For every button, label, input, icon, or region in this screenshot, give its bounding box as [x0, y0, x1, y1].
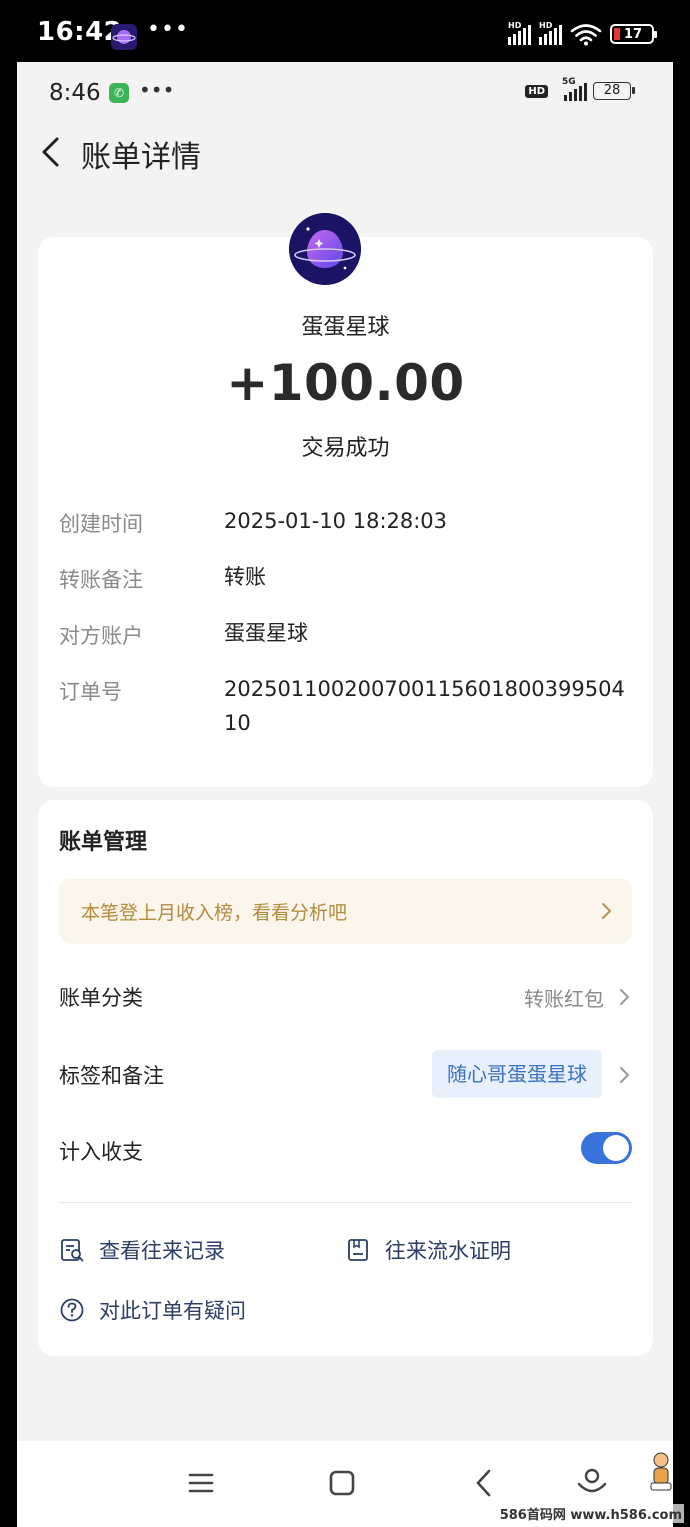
category-label: 账单分类: [59, 986, 143, 1010]
detail-value: 蛋蛋星球: [224, 621, 308, 645]
divider: [59, 1202, 632, 1203]
category-value: 转账红包: [524, 987, 604, 1011]
transaction-card: 蛋蛋星球 +100.00 交易成功 创建时间 2025-01-10 18:28:…: [38, 237, 653, 787]
system-time: 16:42: [37, 17, 123, 47]
system-indicators: HD HD 17: [508, 21, 657, 46]
battery-icon: 17: [610, 24, 657, 44]
section-title: 账单管理: [59, 830, 148, 855]
inner-time: 8:46: [49, 80, 101, 106]
watermark-figure-icon: [650, 1452, 672, 1491]
bill-category-row[interactable]: 账单分类 转账红包: [59, 972, 632, 1022]
income-ranking-banner[interactable]: 本笔登上月收入榜，看看分析吧: [59, 878, 632, 944]
include-in-budget-row: 计入收支: [59, 1126, 632, 1176]
back-chevron-icon[interactable]: [35, 132, 69, 172]
detail-value: 2025-01-10 18:28:03: [224, 509, 448, 533]
tags-remarks-row[interactable]: 标签和备注 随心哥蛋蛋星球: [59, 1050, 632, 1100]
signal-icon-2: HD: [539, 21, 562, 45]
search-record-icon: [61, 1239, 84, 1262]
back-icon[interactable]: [464, 1463, 504, 1503]
detail-label: 对方账户: [59, 624, 143, 648]
inner-battery-icon: 28: [593, 82, 635, 100]
watermark-text: 586首码网 www.h586.com: [497, 1504, 684, 1523]
inner-more-icon: •••: [139, 78, 175, 102]
flow-proof-label: 往来流水证明: [385, 1239, 511, 1263]
page-header: 账单详情: [17, 122, 673, 184]
chevron-right-icon: [620, 1067, 629, 1083]
include-toggle[interactable]: [581, 1132, 632, 1164]
app-notification-icon: [111, 24, 137, 50]
inner-status-bar: 8:46 ✆ ••• HD 5G 28: [17, 62, 673, 122]
menu-icon[interactable]: [181, 1463, 221, 1503]
transaction-status: 交易成功: [301, 436, 390, 461]
bill-management-card: 账单管理 本笔登上月收入榜，看看分析吧 账单分类 转账红包 标签和备注 随心哥蛋…: [38, 800, 653, 1356]
wifi-icon: [570, 24, 602, 46]
phone-call-icon: ✆: [109, 83, 129, 103]
flow-proof-link[interactable]: 往来流水证明: [345, 1232, 511, 1268]
more-notifications-icon: •••: [147, 17, 189, 42]
inner-indicators: HD 5G 28: [525, 77, 635, 101]
order-question-link[interactable]: 对此订单有疑问: [59, 1292, 246, 1328]
signal-icon: HD: [508, 21, 531, 45]
page-title: 账单详情: [81, 140, 201, 175]
order-question-label: 对此订单有疑问: [99, 1299, 246, 1323]
detail-label: 创建时间: [59, 512, 143, 536]
app-screen: 8:46 ✆ ••• HD 5G 28 账单详情 蛋蛋星球 +100.00 交易…: [17, 62, 673, 1527]
detail-value: 转账: [224, 565, 266, 589]
inner-signal-icon: 5G: [554, 77, 587, 101]
merchant-name: 蛋蛋星球: [301, 315, 390, 340]
assistant-icon[interactable]: [572, 1463, 612, 1503]
merchant-logo: [289, 213, 361, 285]
question-icon: [60, 1298, 84, 1322]
hd-badge: HD: [525, 84, 548, 98]
tag-chip[interactable]: 随心哥蛋蛋星球: [432, 1050, 602, 1098]
document-proof-icon: [348, 1239, 368, 1261]
view-records-label: 查看往来记录: [99, 1239, 225, 1263]
system-status-bar: 16:42 ••• HD HD 17: [0, 0, 690, 62]
detail-label: 转账备注: [59, 568, 143, 592]
chevron-right-icon: [620, 989, 629, 1005]
detail-label: 订单号: [59, 680, 122, 704]
promo-text: 本笔登上月收入榜，看看分析吧: [81, 902, 348, 924]
transaction-amount: +100.00: [226, 354, 465, 412]
include-label: 计入收支: [59, 1140, 143, 1164]
chevron-right-icon: [602, 903, 611, 919]
tags-label: 标签和备注: [59, 1064, 164, 1088]
view-records-link[interactable]: 查看往来记录: [59, 1232, 225, 1268]
detail-value[interactable]: 20250110020070011560180039950410: [224, 672, 634, 740]
home-icon[interactable]: [322, 1463, 362, 1503]
